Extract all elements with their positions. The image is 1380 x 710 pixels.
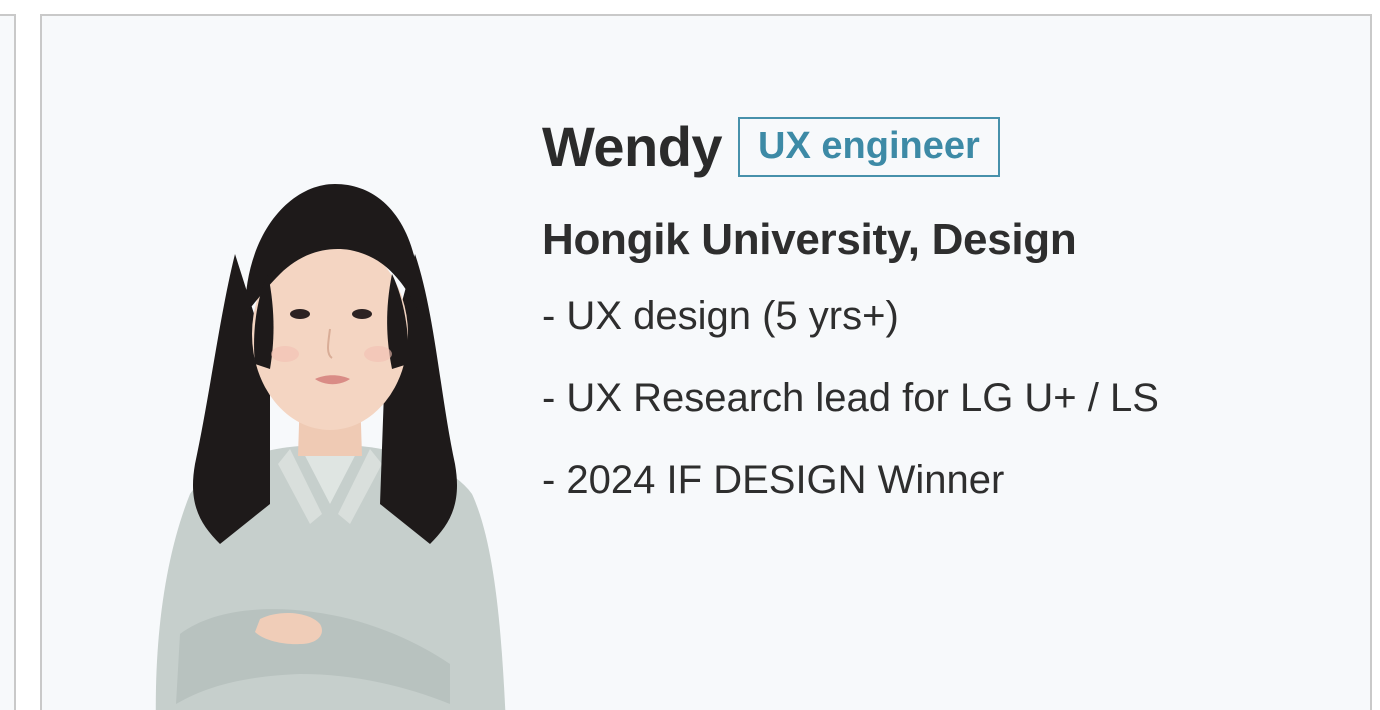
- profile-info: Wendy UX engineer Hongik University, Des…: [542, 102, 1342, 542]
- profile-photo: [155, 184, 506, 710]
- profile-name: Wendy: [542, 115, 723, 178]
- list-item: - 2024 IF DESIGN Winner: [542, 458, 1005, 502]
- experience-list: - UX design (5 yrs+) - UX Research lead …: [542, 296, 1342, 500]
- page: Wendy UX engineer Hongik University, Des…: [0, 0, 1380, 710]
- school-heading: Hongik University, Design: [542, 215, 1077, 264]
- name-row: Wendy UX engineer: [542, 102, 1342, 192]
- profile-card: Wendy UX engineer Hongik University, Des…: [40, 14, 1372, 710]
- role-badge: UX engineer: [738, 117, 1000, 177]
- previous-card-edge: [0, 14, 16, 710]
- list-item: - UX Research lead for LG U+ / LS: [542, 376, 1159, 420]
- list-item: - UX design (5 yrs+): [542, 294, 899, 338]
